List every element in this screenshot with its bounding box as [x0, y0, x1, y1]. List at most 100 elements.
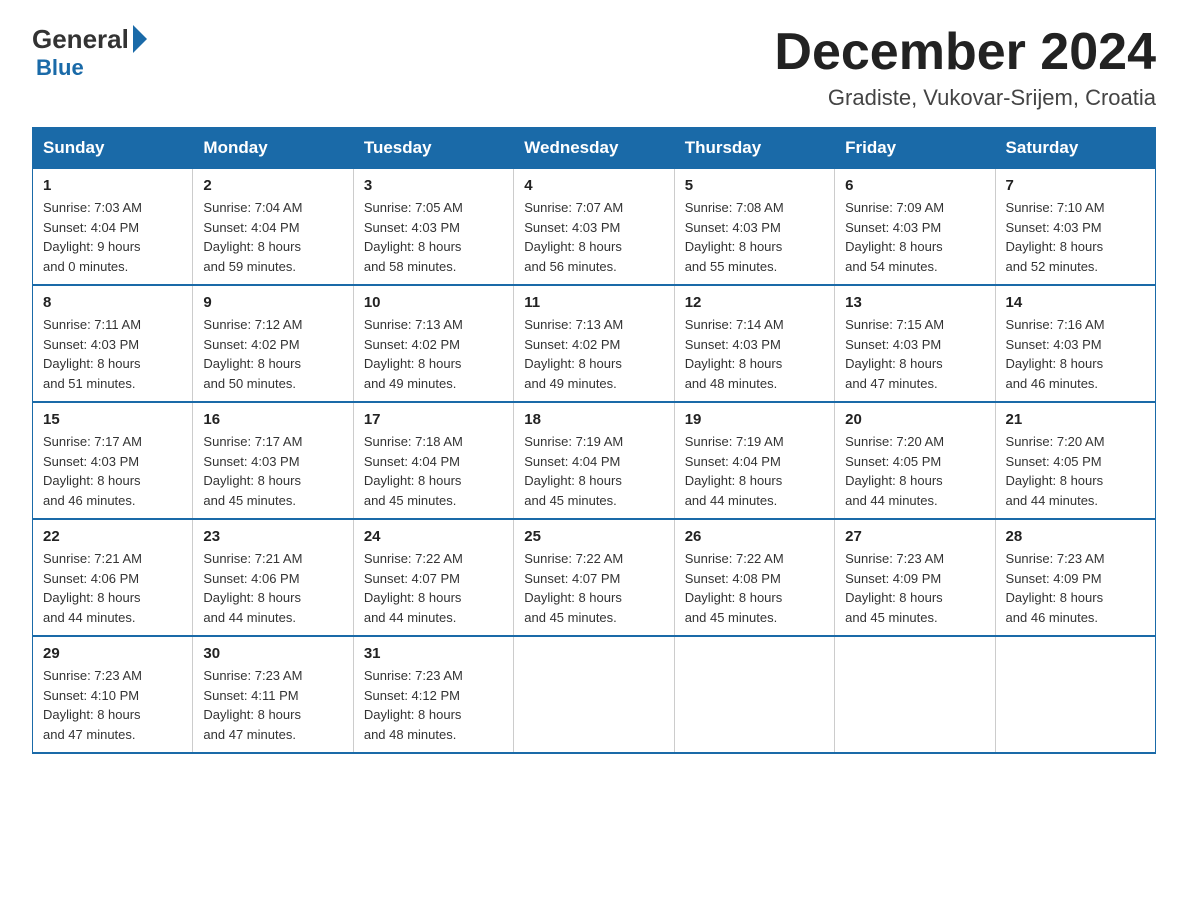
- day-info: Sunrise: 7:23 AMSunset: 4:11 PMDaylight:…: [203, 668, 302, 742]
- calendar-cell: 25 Sunrise: 7:22 AMSunset: 4:07 PMDaylig…: [514, 519, 674, 636]
- calendar-week-row: 8 Sunrise: 7:11 AMSunset: 4:03 PMDayligh…: [33, 285, 1156, 402]
- day-number: 11: [524, 294, 663, 311]
- calendar-cell: 7 Sunrise: 7:10 AMSunset: 4:03 PMDayligh…: [995, 169, 1155, 286]
- logo-blue-text: Blue: [36, 55, 84, 81]
- weekday-header-sunday: Sunday: [33, 128, 193, 169]
- page-subtitle: Gradiste, Vukovar-Srijem, Croatia: [774, 85, 1156, 111]
- day-number: 19: [685, 411, 824, 428]
- day-info: Sunrise: 7:19 AMSunset: 4:04 PMDaylight:…: [524, 434, 623, 508]
- logo-arrow-icon: [133, 25, 147, 53]
- day-info: Sunrise: 7:17 AMSunset: 4:03 PMDaylight:…: [203, 434, 302, 508]
- calendar-cell: 27 Sunrise: 7:23 AMSunset: 4:09 PMDaylig…: [835, 519, 995, 636]
- day-info: Sunrise: 7:19 AMSunset: 4:04 PMDaylight:…: [685, 434, 784, 508]
- calendar-week-row: 22 Sunrise: 7:21 AMSunset: 4:06 PMDaylig…: [33, 519, 1156, 636]
- day-number: 12: [685, 294, 824, 311]
- day-info: Sunrise: 7:23 AMSunset: 4:09 PMDaylight:…: [845, 551, 944, 625]
- weekday-header-wednesday: Wednesday: [514, 128, 674, 169]
- day-info: Sunrise: 7:03 AMSunset: 4:04 PMDaylight:…: [43, 200, 142, 274]
- calendar-cell: 10 Sunrise: 7:13 AMSunset: 4:02 PMDaylig…: [353, 285, 513, 402]
- day-info: Sunrise: 7:12 AMSunset: 4:02 PMDaylight:…: [203, 317, 302, 391]
- day-info: Sunrise: 7:22 AMSunset: 4:07 PMDaylight:…: [524, 551, 623, 625]
- day-number: 5: [685, 177, 824, 194]
- calendar-cell: 29 Sunrise: 7:23 AMSunset: 4:10 PMDaylig…: [33, 636, 193, 753]
- weekday-header-monday: Monday: [193, 128, 353, 169]
- calendar-cell: 11 Sunrise: 7:13 AMSunset: 4:02 PMDaylig…: [514, 285, 674, 402]
- calendar-cell: 2 Sunrise: 7:04 AMSunset: 4:04 PMDayligh…: [193, 169, 353, 286]
- day-number: 31: [364, 645, 503, 662]
- day-number: 22: [43, 528, 182, 545]
- day-info: Sunrise: 7:05 AMSunset: 4:03 PMDaylight:…: [364, 200, 463, 274]
- calendar-cell: 26 Sunrise: 7:22 AMSunset: 4:08 PMDaylig…: [674, 519, 834, 636]
- calendar-cell: 8 Sunrise: 7:11 AMSunset: 4:03 PMDayligh…: [33, 285, 193, 402]
- day-number: 20: [845, 411, 984, 428]
- logo: General Blue: [32, 24, 147, 81]
- weekday-header-row: SundayMondayTuesdayWednesdayThursdayFrid…: [33, 128, 1156, 169]
- calendar-week-row: 29 Sunrise: 7:23 AMSunset: 4:10 PMDaylig…: [33, 636, 1156, 753]
- weekday-header-saturday: Saturday: [995, 128, 1155, 169]
- calendar-cell: 5 Sunrise: 7:08 AMSunset: 4:03 PMDayligh…: [674, 169, 834, 286]
- calendar-cell: [514, 636, 674, 753]
- day-number: 10: [364, 294, 503, 311]
- weekday-header-friday: Friday: [835, 128, 995, 169]
- calendar-week-row: 1 Sunrise: 7:03 AMSunset: 4:04 PMDayligh…: [33, 169, 1156, 286]
- day-info: Sunrise: 7:07 AMSunset: 4:03 PMDaylight:…: [524, 200, 623, 274]
- day-number: 24: [364, 528, 503, 545]
- day-info: Sunrise: 7:04 AMSunset: 4:04 PMDaylight:…: [203, 200, 302, 274]
- day-info: Sunrise: 7:17 AMSunset: 4:03 PMDaylight:…: [43, 434, 142, 508]
- day-number: 7: [1006, 177, 1145, 194]
- day-number: 25: [524, 528, 663, 545]
- page-header: General Blue December 2024 Gradiste, Vuk…: [32, 24, 1156, 111]
- title-block: December 2024 Gradiste, Vukovar-Srijem, …: [774, 24, 1156, 111]
- day-info: Sunrise: 7:22 AMSunset: 4:08 PMDaylight:…: [685, 551, 784, 625]
- day-number: 6: [845, 177, 984, 194]
- calendar-cell: [995, 636, 1155, 753]
- day-number: 16: [203, 411, 342, 428]
- logo-general-text: General: [32, 24, 129, 55]
- calendar-cell: 18 Sunrise: 7:19 AMSunset: 4:04 PMDaylig…: [514, 402, 674, 519]
- calendar-table: SundayMondayTuesdayWednesdayThursdayFrid…: [32, 127, 1156, 754]
- calendar-cell: 20 Sunrise: 7:20 AMSunset: 4:05 PMDaylig…: [835, 402, 995, 519]
- calendar-cell: 19 Sunrise: 7:19 AMSunset: 4:04 PMDaylig…: [674, 402, 834, 519]
- day-info: Sunrise: 7:13 AMSunset: 4:02 PMDaylight:…: [364, 317, 463, 391]
- day-info: Sunrise: 7:13 AMSunset: 4:02 PMDaylight:…: [524, 317, 623, 391]
- day-number: 13: [845, 294, 984, 311]
- day-number: 9: [203, 294, 342, 311]
- day-info: Sunrise: 7:21 AMSunset: 4:06 PMDaylight:…: [203, 551, 302, 625]
- day-number: 18: [524, 411, 663, 428]
- calendar-week-row: 15 Sunrise: 7:17 AMSunset: 4:03 PMDaylig…: [33, 402, 1156, 519]
- day-number: 21: [1006, 411, 1145, 428]
- calendar-cell: 24 Sunrise: 7:22 AMSunset: 4:07 PMDaylig…: [353, 519, 513, 636]
- calendar-cell: 9 Sunrise: 7:12 AMSunset: 4:02 PMDayligh…: [193, 285, 353, 402]
- calendar-cell: 14 Sunrise: 7:16 AMSunset: 4:03 PMDaylig…: [995, 285, 1155, 402]
- calendar-cell: 17 Sunrise: 7:18 AMSunset: 4:04 PMDaylig…: [353, 402, 513, 519]
- day-info: Sunrise: 7:14 AMSunset: 4:03 PMDaylight:…: [685, 317, 784, 391]
- day-info: Sunrise: 7:20 AMSunset: 4:05 PMDaylight:…: [1006, 434, 1105, 508]
- day-info: Sunrise: 7:11 AMSunset: 4:03 PMDaylight:…: [43, 317, 141, 391]
- day-info: Sunrise: 7:15 AMSunset: 4:03 PMDaylight:…: [845, 317, 944, 391]
- weekday-header-tuesday: Tuesday: [353, 128, 513, 169]
- calendar-cell: 30 Sunrise: 7:23 AMSunset: 4:11 PMDaylig…: [193, 636, 353, 753]
- calendar-cell: 31 Sunrise: 7:23 AMSunset: 4:12 PMDaylig…: [353, 636, 513, 753]
- day-number: 29: [43, 645, 182, 662]
- calendar-cell: [674, 636, 834, 753]
- day-info: Sunrise: 7:22 AMSunset: 4:07 PMDaylight:…: [364, 551, 463, 625]
- day-number: 23: [203, 528, 342, 545]
- calendar-cell: 22 Sunrise: 7:21 AMSunset: 4:06 PMDaylig…: [33, 519, 193, 636]
- day-info: Sunrise: 7:16 AMSunset: 4:03 PMDaylight:…: [1006, 317, 1105, 391]
- calendar-cell: 1 Sunrise: 7:03 AMSunset: 4:04 PMDayligh…: [33, 169, 193, 286]
- day-info: Sunrise: 7:10 AMSunset: 4:03 PMDaylight:…: [1006, 200, 1105, 274]
- page-title: December 2024: [774, 24, 1156, 81]
- day-number: 30: [203, 645, 342, 662]
- calendar-cell: 4 Sunrise: 7:07 AMSunset: 4:03 PMDayligh…: [514, 169, 674, 286]
- day-number: 27: [845, 528, 984, 545]
- day-number: 14: [1006, 294, 1145, 311]
- day-number: 4: [524, 177, 663, 194]
- day-number: 1: [43, 177, 182, 194]
- day-number: 26: [685, 528, 824, 545]
- day-info: Sunrise: 7:18 AMSunset: 4:04 PMDaylight:…: [364, 434, 463, 508]
- day-number: 8: [43, 294, 182, 311]
- day-info: Sunrise: 7:21 AMSunset: 4:06 PMDaylight:…: [43, 551, 142, 625]
- day-info: Sunrise: 7:23 AMSunset: 4:09 PMDaylight:…: [1006, 551, 1105, 625]
- day-number: 28: [1006, 528, 1145, 545]
- calendar-cell: [835, 636, 995, 753]
